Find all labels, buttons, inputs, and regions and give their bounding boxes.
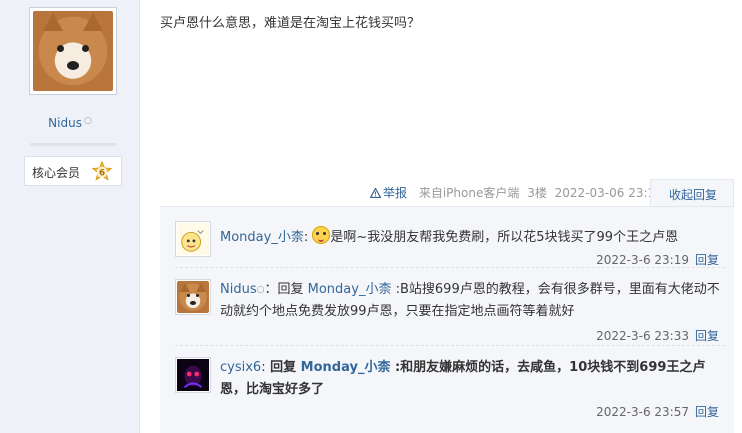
smile-emoji-icon — [312, 226, 331, 244]
reply-user-link[interactable]: Monday_小柰 — [220, 230, 304, 245]
shiba-dog-avatar-image — [177, 281, 209, 313]
reply-target-link[interactable]: Monday_小柰 — [301, 360, 391, 375]
reply-user-link[interactable]: Nidus — [220, 282, 257, 297]
gender-icon: ○ — [83, 116, 92, 126]
divider — [30, 143, 116, 146]
post-content: 买卢恩什么意思，难道是在淘宝上花钱买吗？ — [160, 16, 421, 31]
reply-text: Monday_小柰: 是啊~我没朋友帮我免费刷，所以花5块钱买了99个王之卢恩 — [220, 226, 725, 249]
post-datetime: 2022-03-06 23:10 — [554, 186, 663, 200]
author-sidebar: Nidus ○ 核心会员 6 — [0, 0, 140, 433]
reply-button[interactable]: 回复 — [695, 329, 719, 343]
reply-meta: 2022-3-6 23:19 回复 — [596, 253, 719, 267]
floor-number: 3楼 — [527, 186, 547, 200]
author-name[interactable]: Nidus ○ — [0, 116, 140, 130]
reply-user-link[interactable]: cysix6 — [220, 360, 261, 375]
client-source: 来自iPhone客户端 — [418, 186, 520, 200]
report-link[interactable]: 举报 — [369, 186, 411, 200]
reply-text: Nidus○：回复 Monday_小柰 :B站搜699卢恩的教程，会有很多群号，… — [220, 282, 720, 319]
collapse-replies-button[interactable]: 收起回复 — [650, 179, 734, 207]
reply-avatar[interactable] — [175, 279, 211, 315]
level-badge-icon: 6 — [91, 161, 113, 181]
cartoon-avatar-image — [177, 223, 209, 255]
reply-meta: 2022-3-6 23:57 回复 — [596, 405, 719, 419]
author-avatar[interactable] — [29, 7, 117, 95]
member-level: 核心会员 6 — [24, 156, 122, 186]
reply-divider — [175, 267, 725, 268]
reply-button[interactable]: 回复 — [695, 253, 719, 267]
warning-icon — [369, 187, 382, 199]
level-label: 核心会员 — [32, 166, 81, 180]
reply-target-link[interactable]: Monday_小柰 — [308, 282, 392, 297]
dark-avatar-image — [177, 359, 209, 391]
reply-divider — [175, 345, 725, 346]
level-number: 6 — [99, 169, 105, 179]
reply-meta: 2022-3-6 23:33 回复 — [596, 329, 719, 343]
post-meta: 举报 来自iPhone客户端 3楼 2022-03-06 23:10 — [369, 184, 667, 201]
reply-avatar[interactable] — [175, 357, 211, 393]
reply-button[interactable]: 回复 — [695, 405, 719, 419]
reply-avatar[interactable] — [175, 221, 211, 257]
shiba-dog-avatar-image — [33, 11, 113, 91]
reply-text: cysix6: 回复 Monday_小柰 :和朋友嫌麻烦的话，去咸鱼，10块钱不… — [220, 360, 706, 397]
reply-list: Monday_小柰: 是啊~我没朋友帮我免费刷，所以花5块钱买了99个王之卢恩 … — [160, 206, 734, 433]
